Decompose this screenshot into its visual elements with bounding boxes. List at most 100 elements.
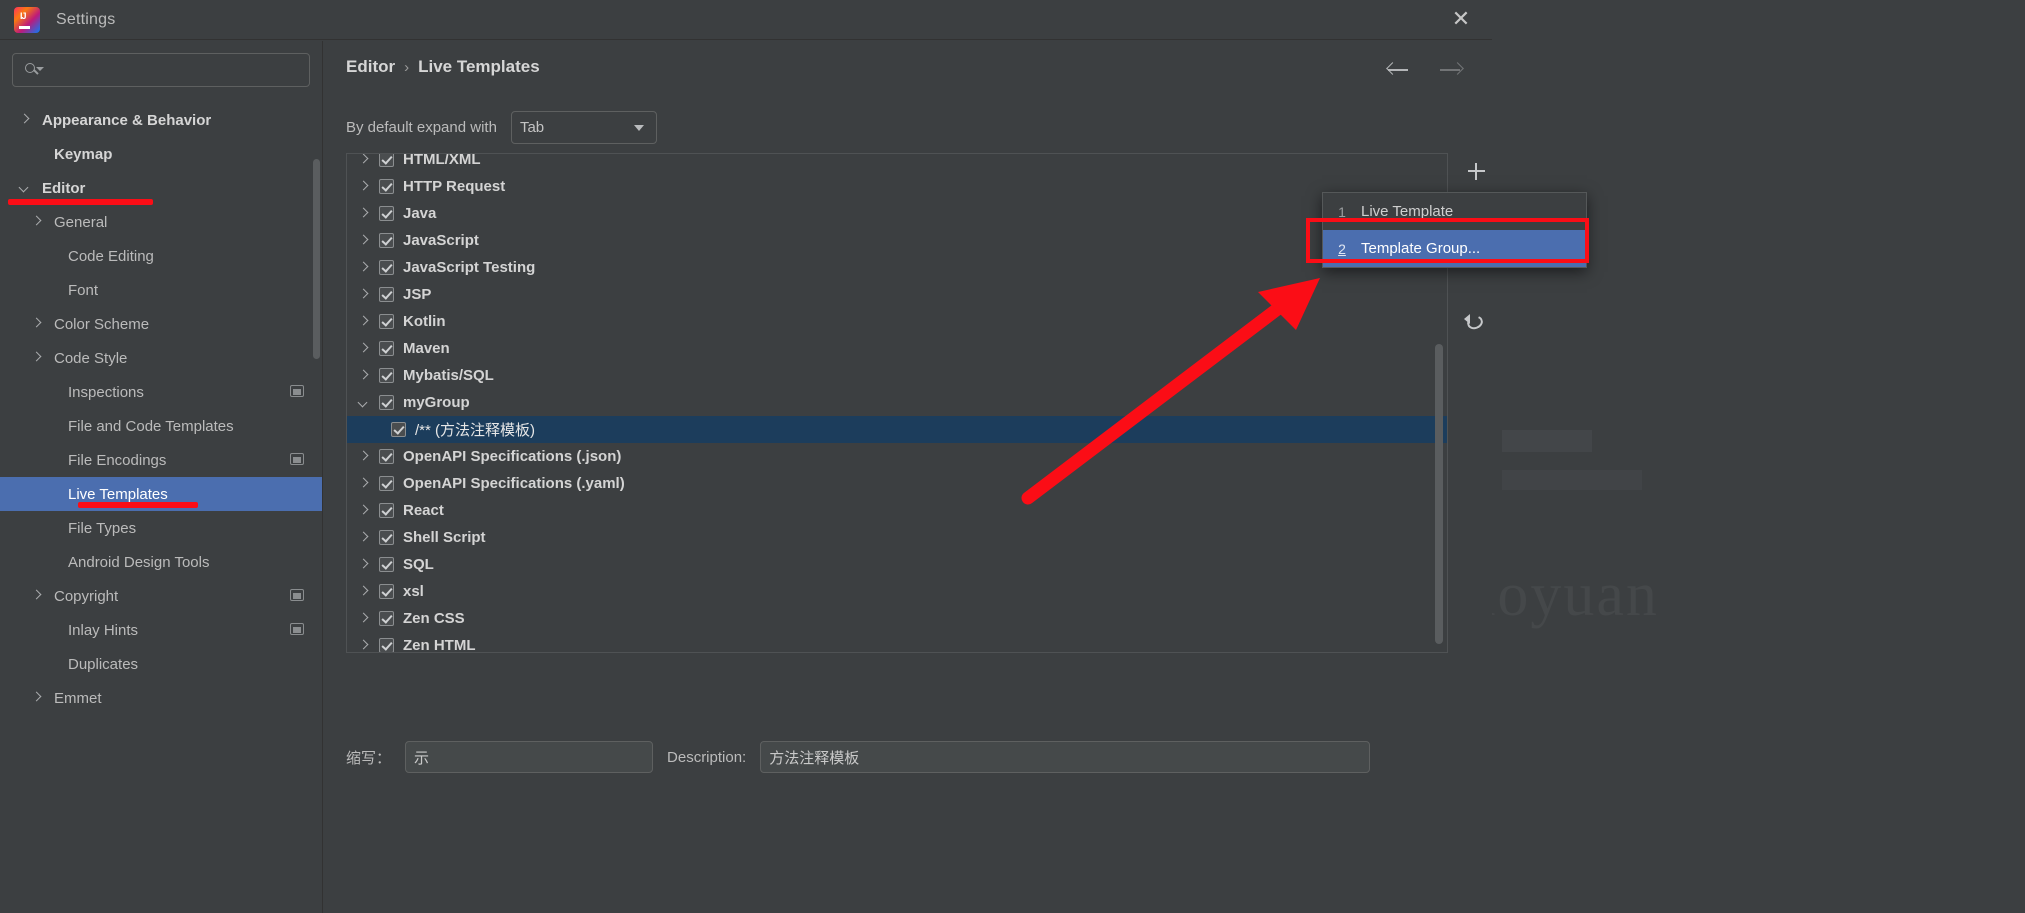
template-row[interactable]: JavaScript (347, 227, 1447, 254)
chevron-right-icon[interactable] (357, 288, 371, 302)
chevron-down-icon[interactable] (357, 396, 371, 410)
template-row[interactable]: JavaScript Testing (347, 254, 1447, 281)
template-row[interactable]: Kotlin (347, 308, 1447, 335)
sidebar-item-keymap[interactable]: Keymap (0, 137, 322, 171)
chevron-right-icon[interactable] (357, 342, 371, 356)
chevron-right-icon[interactable] (357, 450, 371, 464)
chevron-right-icon[interactable] (357, 612, 371, 626)
template-checkbox[interactable] (379, 206, 394, 221)
settings-window-root: qiaomaisohaoyuan Settings ✕ Appearance &… (0, 0, 2025, 913)
template-row[interactable]: xsl (347, 578, 1447, 605)
template-checkbox[interactable] (379, 557, 394, 572)
template-row[interactable]: Shell Script (347, 524, 1447, 551)
template-checkbox[interactable] (379, 154, 394, 167)
chevron-right-icon[interactable] (357, 558, 371, 572)
chevron-right-icon[interactable] (357, 315, 371, 329)
plus-icon[interactable] (1462, 157, 1490, 185)
template-row[interactable]: Maven (347, 335, 1447, 362)
template-checkbox[interactable] (379, 638, 394, 652)
sidebar-item-appearance-behavior[interactable]: Appearance & Behavior (0, 103, 322, 137)
chevron-right-icon[interactable] (357, 639, 371, 653)
template-row[interactable]: Zen CSS (347, 605, 1447, 632)
expand-with-select[interactable]: Tab (510, 111, 657, 144)
template-row[interactable]: SQL (347, 551, 1447, 578)
template-checkbox[interactable] (391, 422, 406, 437)
sidebar-item-label: Code Style (54, 349, 128, 367)
template-row[interactable]: myGroup (347, 389, 1447, 416)
search-input[interactable] (41, 62, 301, 78)
search-box[interactable] (12, 53, 310, 87)
sidebar-item-inspections[interactable]: Inspections (0, 375, 322, 409)
template-checkbox[interactable] (379, 341, 394, 356)
list-scrollbar[interactable] (1435, 344, 1443, 644)
template-checkbox[interactable] (379, 395, 394, 410)
chevron-right-icon[interactable] (357, 531, 371, 545)
template-row[interactable]: React (347, 497, 1447, 524)
sidebar-item-file-and-code-templates[interactable]: File and Code Templates (0, 409, 322, 443)
sidebar-item-android-design-tools[interactable]: Android Design Tools (0, 545, 322, 579)
sidebar-scrollbar[interactable] (313, 159, 320, 359)
revert-icon[interactable] (1462, 309, 1490, 337)
sidebar-item-color-scheme[interactable]: Color Scheme (0, 307, 322, 341)
sidebar-item-code-style[interactable]: Code Style (0, 341, 322, 375)
template-row[interactable]: JSP (347, 281, 1447, 308)
description-input[interactable]: 方法注释模板 (760, 741, 1371, 773)
template-row[interactable]: Mybatis/SQL (347, 362, 1447, 389)
chevron-right-icon[interactable] (357, 369, 371, 383)
chevron-right-icon[interactable] (357, 180, 371, 194)
template-checkbox[interactable] (379, 449, 394, 464)
template-row[interactable]: /** (方法注释模板) (347, 416, 1447, 443)
template-row[interactable]: Zen HTML (347, 632, 1447, 653)
sidebar-item-code-editing[interactable]: Code Editing (0, 239, 322, 273)
chevron-right-icon[interactable] (30, 589, 44, 603)
template-checkbox[interactable] (379, 287, 394, 302)
chevron-right-icon[interactable] (30, 351, 44, 365)
close-icon[interactable]: ✕ (1444, 7, 1478, 33)
template-checkbox[interactable] (379, 260, 394, 275)
sidebar-item-general[interactable]: General (0, 205, 322, 239)
arrow-left-icon[interactable] (1386, 57, 1412, 83)
template-checkbox[interactable] (379, 530, 394, 545)
abbreviation-label: 缩写： (346, 749, 392, 767)
sidebar-item-file-types[interactable]: File Types (0, 511, 322, 545)
sidebar-item-duplicates[interactable]: Duplicates (0, 647, 322, 681)
chevron-right-icon[interactable] (357, 585, 371, 599)
template-row[interactable]: HTTP Request (347, 173, 1447, 200)
template-checkbox[interactable] (379, 179, 394, 194)
chevron-right-icon[interactable] (30, 691, 44, 705)
menu-item-live-template[interactable]: 1 Live Template (1323, 193, 1586, 230)
arrow-right-icon[interactable] (1438, 57, 1464, 83)
abbreviation-input[interactable]: 示 (405, 741, 654, 773)
sidebar-item-file-encodings[interactable]: File Encodings (0, 443, 322, 477)
template-checkbox[interactable] (379, 368, 394, 383)
chevron-right-icon[interactable] (357, 234, 371, 248)
breadcrumb-parent[interactable]: Editor (346, 57, 395, 77)
chevron-right-icon[interactable] (357, 154, 371, 167)
chevron-right-icon[interactable] (30, 317, 44, 331)
template-checkbox[interactable] (379, 611, 394, 626)
chevron-right-icon[interactable] (357, 477, 371, 491)
sidebar-item-emmet[interactable]: Emmet (0, 681, 322, 715)
chevron-right-icon[interactable] (357, 261, 371, 275)
sidebar-item-copyright[interactable]: Copyright (0, 579, 322, 613)
template-row[interactable]: HTML/XML (347, 154, 1447, 173)
template-checkbox[interactable] (379, 233, 394, 248)
template-checkbox[interactable] (379, 584, 394, 599)
sidebar-tree: Appearance & Behavior Keymap Editor General… (0, 103, 322, 715)
template-checkbox[interactable] (379, 476, 394, 491)
chevron-down-icon[interactable] (18, 181, 32, 195)
sidebar-item-font[interactable]: Font (0, 273, 322, 307)
chevron-right-icon[interactable] (18, 113, 32, 127)
template-checkbox[interactable] (379, 503, 394, 518)
chevron-right-icon[interactable] (30, 215, 44, 229)
menu-item-template-group[interactable]: 2 Template Group... (1323, 230, 1586, 267)
template-row[interactable]: OpenAPI Specifications (.json) (347, 443, 1447, 470)
chevron-right-icon[interactable] (357, 207, 371, 221)
sidebar-item-inlay-hints[interactable]: Inlay Hints (0, 613, 322, 647)
expand-with-value: Tab (519, 119, 545, 136)
template-checkbox[interactable] (379, 314, 394, 329)
chevron-right-icon[interactable] (357, 504, 371, 518)
sidebar-item-label: File and Code Templates (68, 417, 234, 435)
template-row[interactable]: Java (347, 200, 1447, 227)
template-row[interactable]: OpenAPI Specifications (.yaml) (347, 470, 1447, 497)
